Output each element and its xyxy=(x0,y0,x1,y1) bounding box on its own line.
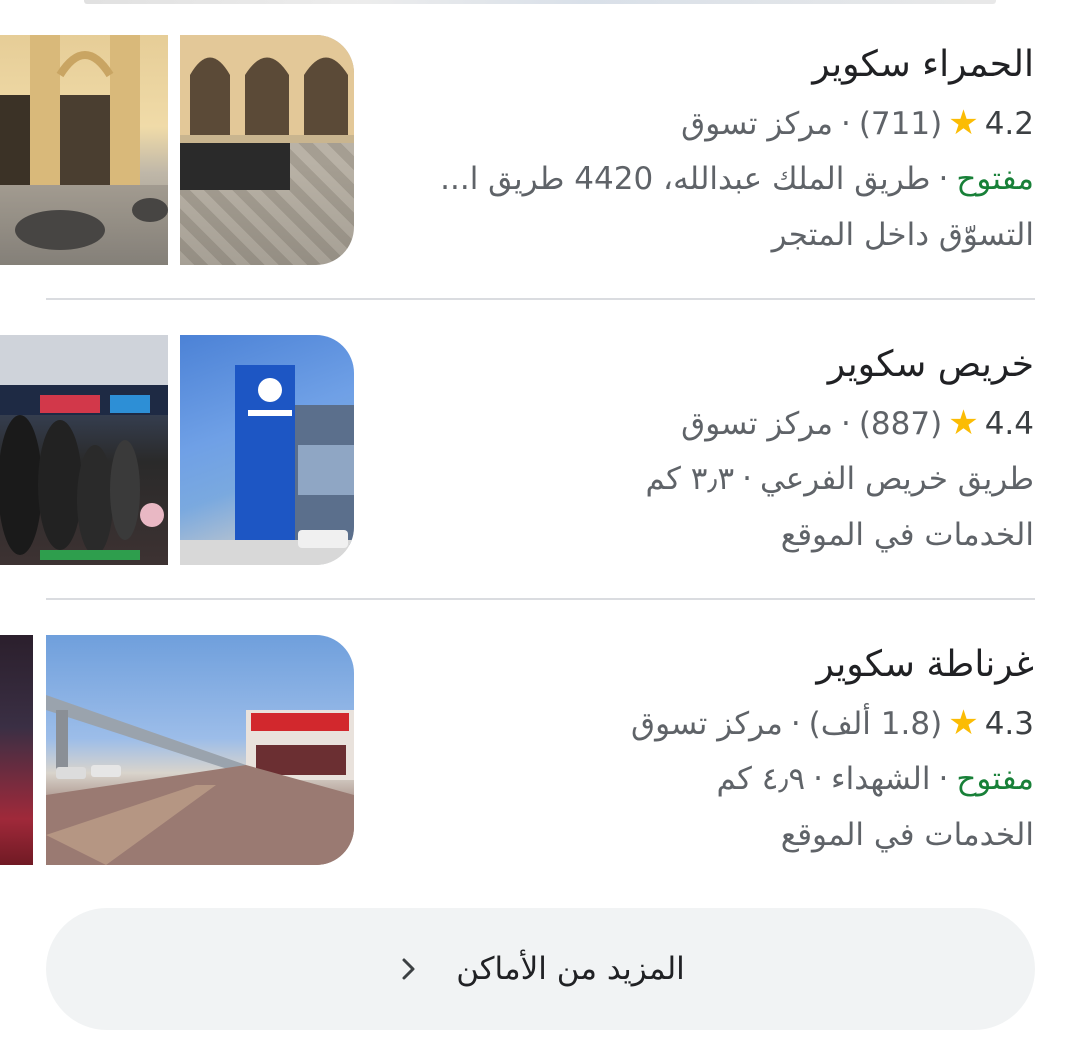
more-places-label: المزيد من الأماكن xyxy=(456,951,685,987)
rating-value: 4.3 xyxy=(984,706,1034,742)
star-icon: ★ xyxy=(948,703,979,743)
separator-dot: · xyxy=(742,461,752,497)
address-row: طريق خريص الفرعي·٣٫٣ كم xyxy=(384,451,1034,507)
place-address: طريق الملك عبدالله، 4420 طريق ا... xyxy=(440,161,931,197)
place-details: خريص سكوير 4.4★(887)·مركز تسوق طريق خريص… xyxy=(384,335,1034,563)
review-count: (887) xyxy=(858,406,943,442)
place-details: الحمراء سكوير 4.2★(711)·مركز تسوق مفتوح·… xyxy=(384,35,1034,263)
place-photo-secondary[interactable] xyxy=(0,335,168,565)
separator-dot: · xyxy=(840,106,851,142)
review-count: (711) xyxy=(858,106,943,142)
status-row: مفتوح·طريق الملك عبدالله، 4420 طريق ا... xyxy=(384,151,1034,207)
separator-dot: · xyxy=(813,761,823,797)
supermarket-photo-icon xyxy=(0,335,168,560)
place-listing-ghirnata[interactable]: غرناطة سكوير 4.3★(1.8 ألف)·مركز تسوق مفت… xyxy=(0,635,1080,867)
more-places-button[interactable]: المزيد من الأماكن xyxy=(46,908,1035,1030)
place-listing-khuraiss[interactable]: خريص سكوير 4.4★(887)·مركز تسوق طريق خريص… xyxy=(0,335,1080,567)
service-option: التسوّق داخل المتجر xyxy=(771,217,1034,253)
list-divider xyxy=(46,598,1035,600)
rating-row: 4.3★(1.8 ألف)·مركز تسوق xyxy=(384,695,1034,751)
star-icon: ★ xyxy=(948,103,979,143)
previous-card-edge xyxy=(84,0,996,4)
place-photo-secondary[interactable] xyxy=(0,635,33,865)
rating-value: 4.4 xyxy=(984,406,1034,442)
place-name[interactable]: خريص سكوير xyxy=(384,335,1034,395)
open-status: مفتوح xyxy=(956,161,1034,197)
chevron-right-icon xyxy=(396,957,420,981)
status-row: مفتوح·الشهداء·٤٫٩ كم xyxy=(384,751,1034,807)
star-icon: ★ xyxy=(948,403,979,443)
rating-row: 4.2★(711)·مركز تسوق xyxy=(384,95,1034,151)
service-option: الخدمات في الموقع xyxy=(780,517,1034,553)
place-photo-main[interactable] xyxy=(180,35,354,265)
open-status: مفتوح xyxy=(956,761,1034,797)
place-category: مركز تسوق xyxy=(681,406,833,442)
place-distance: ٤٫٩ كم xyxy=(716,761,806,797)
place-details: غرناطة سكوير 4.3★(1.8 ألف)·مركز تسوق مفت… xyxy=(384,635,1034,863)
place-photo-main[interactable] xyxy=(180,335,354,565)
place-category: مركز تسوق xyxy=(681,106,833,142)
separator-dot: · xyxy=(938,161,949,197)
place-photo-main[interactable] xyxy=(46,635,354,865)
place-name[interactable]: الحمراء سكوير xyxy=(384,35,1034,95)
list-divider xyxy=(46,298,1035,300)
separator-dot: · xyxy=(790,706,801,742)
review-count: (1.8 ألف) xyxy=(808,706,943,742)
place-photo-secondary[interactable] xyxy=(0,35,168,265)
place-name[interactable]: غرناطة سكوير xyxy=(384,635,1034,695)
separator-dot: · xyxy=(840,406,851,442)
rating-row: 4.4★(887)·مركز تسوق xyxy=(384,395,1034,451)
rating-value: 4.2 xyxy=(984,106,1034,142)
plaza-photo-icon xyxy=(46,695,354,865)
place-listing-hamra[interactable]: الحمراء سكوير 4.2★(711)·مركز تسوق مفتوح·… xyxy=(0,35,1080,267)
courtyard-photo-icon xyxy=(180,35,354,190)
building-photo-icon xyxy=(180,365,354,565)
place-address: الشهداء xyxy=(831,761,931,797)
separator-dot: · xyxy=(938,761,949,797)
arcade-photo-icon xyxy=(0,35,168,265)
place-distance: ٣٫٣ كم xyxy=(645,461,735,497)
place-address: طريق خريص الفرعي xyxy=(759,461,1034,497)
service-option: الخدمات في الموقع xyxy=(780,817,1034,853)
place-category: مركز تسوق xyxy=(631,706,783,742)
